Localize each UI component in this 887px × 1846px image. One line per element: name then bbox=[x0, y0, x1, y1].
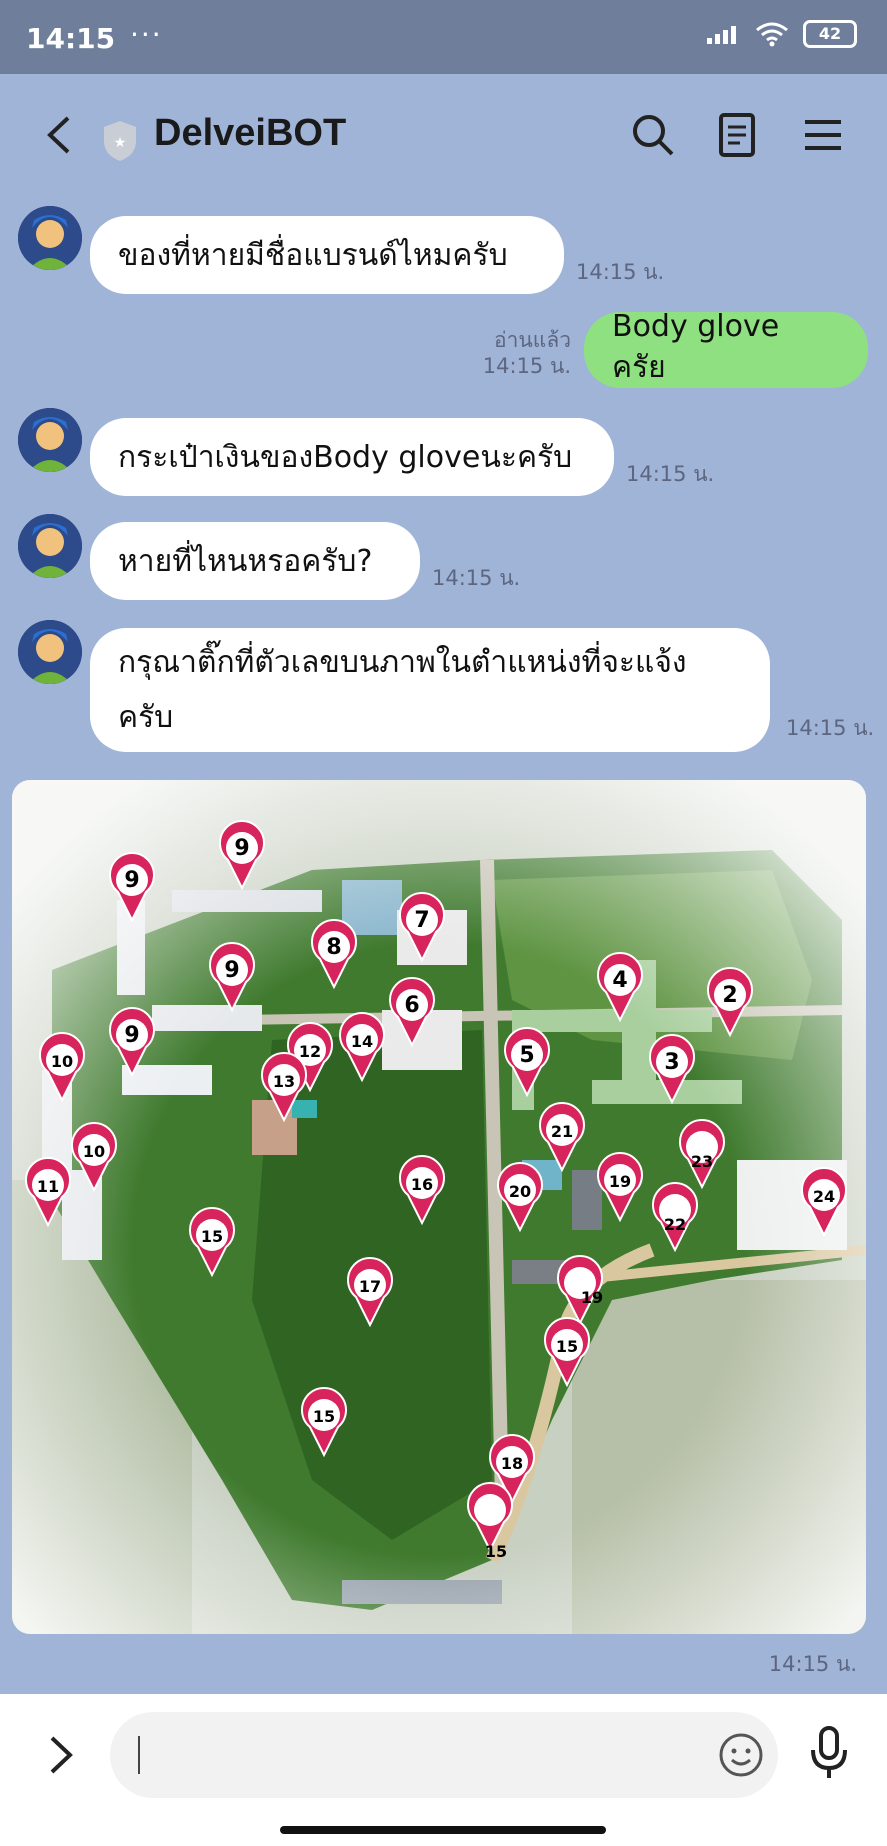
back-button[interactable] bbox=[36, 110, 86, 160]
svg-text:22: 22 bbox=[664, 1215, 686, 1234]
bot-avatar[interactable] bbox=[18, 514, 82, 578]
campus-map: 9 9 9 9 8 7 6 14 12 13 10 10 11 4 2 5 3 … bbox=[12, 780, 866, 1634]
shield-icon: ★ bbox=[104, 121, 136, 161]
message-timestamp: 14:15 น. bbox=[626, 462, 715, 486]
svg-text:19: 19 bbox=[609, 1172, 631, 1191]
svg-text:4: 4 bbox=[612, 968, 627, 993]
hamburger-menu-icon[interactable] bbox=[798, 110, 848, 160]
message-timestamp: 14:15 น. bbox=[786, 716, 875, 740]
svg-text:11: 11 bbox=[37, 1177, 59, 1196]
svg-text:7: 7 bbox=[414, 908, 429, 933]
svg-text:19: 19 bbox=[581, 1288, 603, 1307]
wifi-icon bbox=[756, 22, 788, 47]
svg-text:5: 5 bbox=[519, 1043, 534, 1068]
status-dots: ··· bbox=[130, 18, 163, 51]
svg-text:18: 18 bbox=[501, 1454, 523, 1473]
svg-text:24: 24 bbox=[813, 1187, 835, 1206]
notes-icon[interactable] bbox=[712, 110, 762, 160]
svg-text:15: 15 bbox=[556, 1337, 578, 1356]
home-indicator bbox=[280, 1826, 606, 1834]
bot-avatar[interactable] bbox=[18, 408, 82, 472]
svg-text:15: 15 bbox=[313, 1407, 335, 1426]
message-timestamp: 14:15 น. bbox=[432, 566, 521, 590]
svg-text:9: 9 bbox=[124, 868, 139, 893]
chevron-right-icon[interactable] bbox=[40, 1730, 80, 1780]
campus-map-image[interactable]: 9 9 9 9 8 7 6 14 12 13 10 10 11 4 2 5 3 … bbox=[12, 780, 866, 1634]
svg-text:15: 15 bbox=[201, 1227, 223, 1246]
text-caret bbox=[138, 1736, 140, 1774]
svg-text:16: 16 bbox=[411, 1175, 433, 1194]
svg-text:6: 6 bbox=[404, 993, 419, 1018]
message-timestamp: 14:15 น. bbox=[768, 1652, 857, 1676]
svg-text:23: 23 bbox=[691, 1152, 713, 1171]
search-icon[interactable] bbox=[628, 110, 678, 160]
message-bubble[interactable]: ของที่หายมีชื่อแบรนด์ไหมครับ bbox=[90, 216, 564, 294]
bot-avatar[interactable] bbox=[18, 620, 82, 684]
message-input-bar bbox=[0, 1694, 887, 1846]
svg-text:12: 12 bbox=[299, 1042, 321, 1061]
bot-avatar[interactable] bbox=[18, 206, 82, 270]
microphone-icon[interactable] bbox=[806, 1724, 852, 1784]
svg-text:15: 15 bbox=[485, 1542, 507, 1561]
emoji-icon[interactable] bbox=[718, 1732, 764, 1778]
message-bubble[interactable]: Body glove ครัย bbox=[584, 309, 868, 388]
svg-text:20: 20 bbox=[509, 1182, 531, 1201]
svg-text:10: 10 bbox=[51, 1052, 73, 1071]
status-time: 14:15 bbox=[26, 22, 116, 55]
svg-text:2: 2 bbox=[722, 983, 737, 1008]
message-timestamp: 14:15 น. bbox=[576, 260, 665, 284]
svg-text:9: 9 bbox=[224, 958, 239, 983]
message-line: ครับ bbox=[118, 700, 174, 735]
svg-text:14: 14 bbox=[351, 1032, 373, 1051]
signal-icon bbox=[707, 26, 736, 44]
message-timestamp: 14:15 น. bbox=[482, 354, 571, 378]
svg-text:17: 17 bbox=[359, 1277, 381, 1296]
message-line: กรุณาติ๊กที่ตัวเลขบนภาพในตำแหน่งที่จะแจ้… bbox=[118, 645, 687, 680]
svg-text:9: 9 bbox=[124, 1023, 139, 1048]
status-bar: 14:15 ··· 42 bbox=[0, 0, 887, 74]
svg-text:21: 21 bbox=[551, 1122, 573, 1141]
svg-text:3: 3 bbox=[664, 1050, 679, 1075]
message-bubble[interactable]: หายที่ไหนหรอครับ? bbox=[90, 522, 420, 600]
chat-header: ★ DelveiBOT bbox=[0, 74, 887, 194]
svg-text:★: ★ bbox=[114, 135, 127, 151]
svg-text:13: 13 bbox=[273, 1072, 295, 1091]
read-receipt: อ่านแล้ว bbox=[494, 328, 571, 352]
svg-text:8: 8 bbox=[326, 935, 341, 960]
message-bubble[interactable]: กระเป๋าเงินของBody gloveนะครับ bbox=[90, 418, 614, 496]
battery-icon: 42 bbox=[803, 20, 857, 48]
svg-text:9: 9 bbox=[234, 836, 249, 861]
status-icons: 42 bbox=[705, 20, 857, 48]
chat-title: DelveiBOT bbox=[154, 112, 347, 154]
svg-text:10: 10 bbox=[83, 1142, 105, 1161]
message-input[interactable] bbox=[110, 1712, 778, 1798]
message-bubble[interactable]: กรุณาติ๊กที่ตัวเลขบนภาพในตำแหน่งที่จะแจ้… bbox=[90, 628, 770, 752]
